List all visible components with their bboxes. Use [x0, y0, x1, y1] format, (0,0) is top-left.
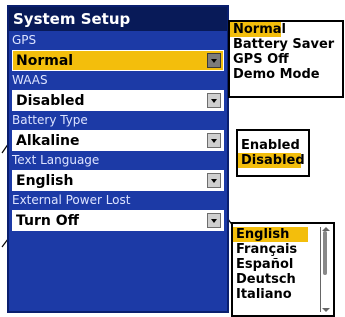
text-language-field[interactable]: English	[12, 170, 224, 191]
gps-field[interactable]: Normal	[12, 50, 224, 71]
battery-type-field[interactable]: Alkaline	[12, 130, 224, 151]
waas-option-disabled[interactable]: Disabled	[238, 153, 305, 168]
scroll-thumb[interactable]	[323, 231, 327, 275]
language-option-english[interactable]: English	[233, 227, 308, 242]
dropdown-arrow-icon[interactable]	[207, 213, 221, 228]
gps-option-demo-mode[interactable]: Demo Mode	[230, 67, 342, 82]
dropdown-arrow-icon[interactable]	[207, 53, 221, 68]
gps-option-gps-off[interactable]: GPS Off	[230, 52, 342, 67]
waas-option-enabled[interactable]: Enabled	[238, 138, 308, 153]
language-option-espanol[interactable]: Español	[233, 257, 333, 272]
waas-label: WAAS	[12, 73, 48, 87]
external-power-lost-value: Turn Off	[16, 213, 79, 229]
language-scrollbar[interactable]	[320, 227, 331, 312]
waas-field[interactable]: Disabled	[12, 90, 224, 111]
external-power-lost-label: External Power Lost	[12, 193, 131, 207]
scroll-down-icon[interactable]	[322, 308, 330, 312]
battery-type-label: Battery Type	[12, 113, 88, 127]
dropdown-arrow-icon[interactable]	[207, 93, 221, 108]
language-options-popup: English Français Español Deutsch Italian…	[231, 222, 335, 317]
battery-type-value: Alkaline	[16, 133, 80, 149]
language-option-italiano[interactable]: Italiano	[233, 287, 333, 302]
waas-value: Disabled	[16, 93, 85, 109]
gps-value: Normal	[16, 53, 74, 69]
gps-options-popup: Normal Battery Saver GPS Off Demo Mode	[228, 20, 344, 98]
text-language-value: English	[16, 173, 74, 189]
page-title: System Setup	[9, 7, 227, 31]
dropdown-arrow-icon[interactable]	[207, 133, 221, 148]
language-option-francais[interactable]: Français	[233, 242, 333, 257]
external-power-lost-field[interactable]: Turn Off	[12, 210, 224, 231]
language-option-deutsch[interactable]: Deutsch	[233, 272, 333, 287]
text-language-label: Text Language	[12, 153, 100, 167]
gps-option-battery-saver[interactable]: Battery Saver	[230, 37, 342, 52]
gps-label: GPS	[12, 33, 37, 47]
dropdown-arrow-icon[interactable]	[207, 173, 221, 188]
gps-option-normal[interactable]: Normal	[230, 22, 286, 37]
waas-options-popup: Enabled Disabled	[236, 129, 310, 177]
system-setup-screen: System Setup GPS Normal WAAS Disabled Ba…	[7, 5, 229, 313]
